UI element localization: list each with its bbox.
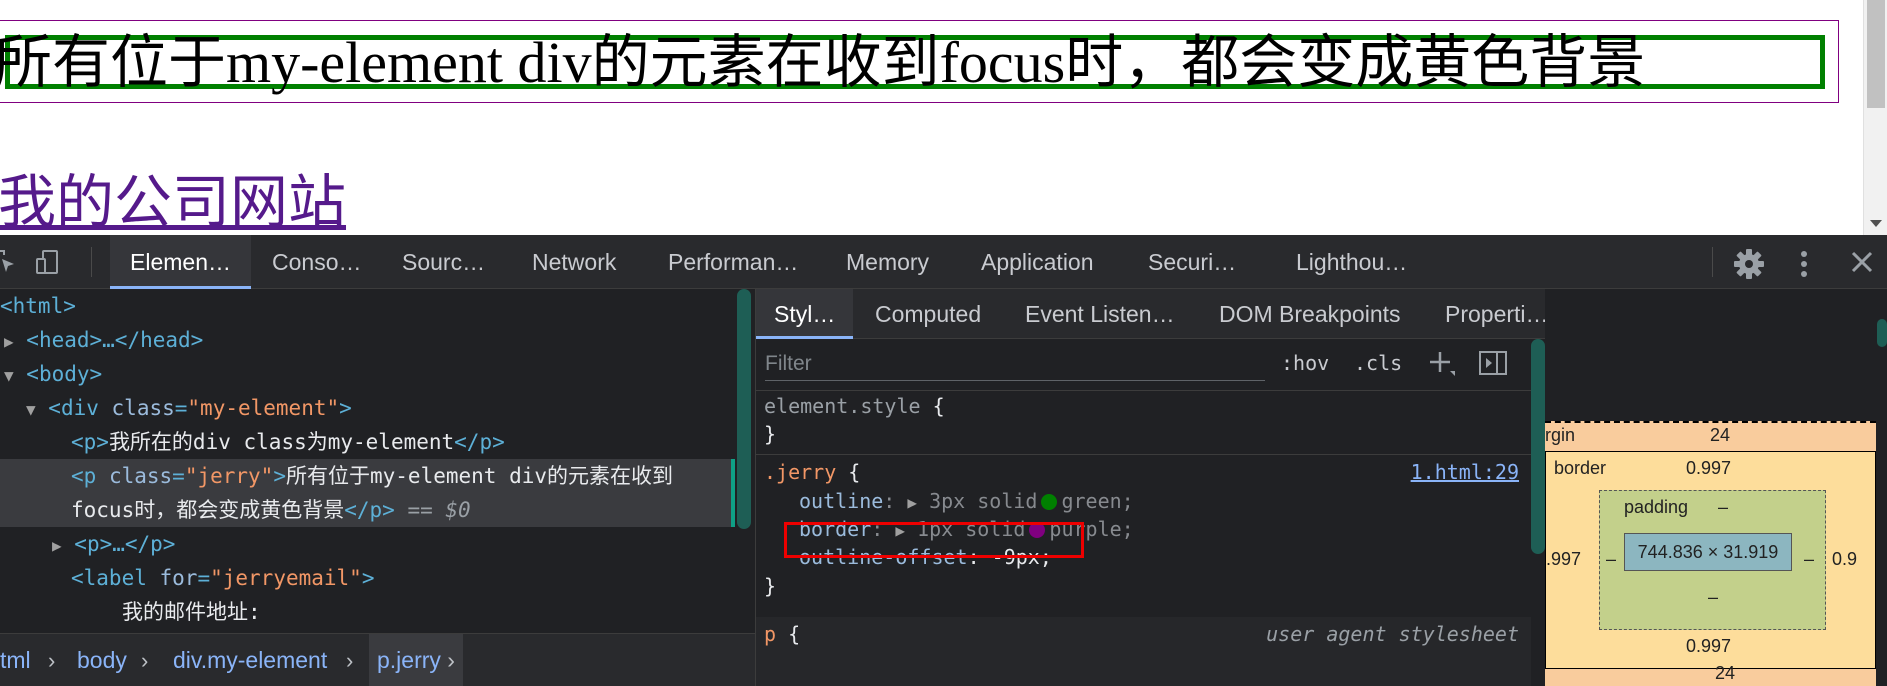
- tab-application[interactable]: Application: [981, 235, 1094, 289]
- dom-node-label[interactable]: <label for="jerryemail">: [71, 561, 374, 595]
- scroll-down-arrow-icon[interactable]: [1870, 220, 1882, 227]
- rule-close-brace: }: [764, 574, 777, 598]
- tab-memory[interactable]: Memory: [846, 235, 929, 289]
- selected-node-marker: == $0: [407, 498, 471, 522]
- new-style-rule-plus-icon[interactable]: [1428, 349, 1456, 377]
- breadcrumb-body[interactable]: body: [77, 634, 127, 686]
- styles-filter-input[interactable]: [765, 347, 1265, 381]
- web-page-viewport: 所有位于my-element div的元素在收到focus时，都会变成黄色背景 …: [0, 0, 1887, 235]
- toolbar-divider: [1712, 247, 1713, 277]
- box-model-pane: rgin 24 border 0.997 .997 0.9 0.997 padd…: [1545, 289, 1887, 686]
- dom-node-p-collapsed[interactable]: ▶ <p>…</p>: [52, 527, 175, 561]
- tab-security[interactable]: Securi…: [1148, 235, 1236, 289]
- expand-triangle-icon[interactable]: ▶: [52, 536, 62, 555]
- expand-triangle-icon[interactable]: ▶: [907, 493, 917, 512]
- outline-declaration[interactable]: outline: ▶ 3px solid green;: [799, 487, 1134, 515]
- tab-console[interactable]: Conso…: [272, 235, 361, 289]
- styles-tab-bar: Styl… Computed Event Listen… DOM Breakpo…: [756, 289, 1549, 339]
- tab-network[interactable]: Network: [532, 235, 616, 289]
- dom-node-body[interactable]: ▼ <body>: [4, 357, 102, 391]
- dom-node-html[interactable]: <html>: [0, 289, 76, 323]
- devtools-panel: Elemen… Conso… Sourc… Network Performan……: [0, 235, 1887, 686]
- dom-node-p[interactable]: <p>我所在的div class为my-element</p>: [71, 425, 505, 459]
- margin-top-value[interactable]: 24: [1710, 425, 1730, 446]
- breadcrumb-html[interactable]: tml: [0, 634, 31, 686]
- rule-divider: [756, 454, 1531, 455]
- box-model-scrollbar[interactable]: [1877, 319, 1887, 347]
- tab-computed[interactable]: Computed: [875, 289, 981, 339]
- collapse-triangle-icon[interactable]: ▼: [26, 400, 36, 419]
- toggle-sidebar-icon[interactable]: [1478, 349, 1508, 377]
- dom-node-p-jerry-continued[interactable]: focus时，都会变成黄色背景</p> == $0: [71, 493, 471, 527]
- breadcrumb-p-jerry[interactable]: p.jerry ›: [369, 634, 463, 686]
- expand-triangle-icon[interactable]: ▶: [4, 332, 14, 351]
- element-style-rule[interactable]: element.style {: [764, 392, 945, 420]
- toolbar-divider: [91, 247, 92, 277]
- devtools-tab-bar: Elemen… Conso… Sourc… Network Performan……: [0, 235, 1887, 289]
- page-scrollbar[interactable]: [1863, 0, 1887, 235]
- border-left-value[interactable]: .997: [1546, 549, 1581, 570]
- tab-event-listeners[interactable]: Event Listen…: [1025, 289, 1175, 339]
- elements-dom-tree: <html> ▶ <head>…</head> ▼ <body> ▼ <div …: [0, 289, 755, 656]
- chevron-right-icon: ›: [141, 648, 149, 673]
- page-scrollbar-thumb[interactable]: [1867, 0, 1885, 108]
- tab-dom-breakpoints[interactable]: DOM Breakpoints: [1219, 289, 1401, 339]
- jerry-rule-selector[interactable]: .jerry {: [764, 458, 860, 486]
- border-bottom-value[interactable]: 0.997: [1686, 636, 1731, 657]
- elements-scrollbar[interactable]: [737, 289, 751, 529]
- chevron-right-icon: ›: [346, 648, 354, 673]
- jerry-rule-source-link[interactable]: 1.html:29: [1411, 458, 1519, 486]
- dom-node-head[interactable]: ▶ <head>…</head>: [4, 323, 203, 357]
- dom-node-p-jerry[interactable]: <p class="jerry">所有位于my-element div的元素在收…: [71, 459, 673, 493]
- close-icon[interactable]: [1848, 248, 1876, 276]
- gear-icon[interactable]: [1733, 248, 1765, 280]
- class-toggle[interactable]: .cls: [1354, 351, 1402, 375]
- border-label: border: [1554, 458, 1607, 478]
- rule-close-brace: }: [764, 422, 777, 446]
- user-agent-stylesheet-label: user agent stylesheet: [1266, 622, 1519, 646]
- styles-pane: Styl… Computed Event Listen… DOM Breakpo…: [755, 289, 1549, 686]
- padding-right-value[interactable]: –: [1804, 549, 1814, 570]
- border-top-value[interactable]: 0.997: [1686, 458, 1731, 479]
- chevron-right-icon: ›: [447, 647, 455, 673]
- box-model-padding[interactable]: padding – – – – 744.836 × 31.919: [1599, 490, 1826, 630]
- company-website-link[interactable]: 我的公司网站: [0, 168, 346, 235]
- hover-state-toggle[interactable]: :hov: [1281, 351, 1329, 375]
- collapse-triangle-icon[interactable]: ▼: [4, 366, 14, 385]
- breadcrumb: tml › body › div.my-element › p.jerry ›: [0, 633, 755, 686]
- device-toolbar-icon[interactable]: [34, 249, 60, 275]
- padding-top-value[interactable]: –: [1718, 497, 1728, 518]
- red-highlight-box: [784, 522, 1084, 558]
- tab-lighthouse[interactable]: Lighthou…: [1296, 235, 1407, 289]
- styles-scrollbar[interactable]: [1531, 339, 1545, 554]
- margin-label: rgin: [1545, 425, 1576, 445]
- chevron-right-icon: ›: [48, 648, 56, 673]
- styles-filter-bar: :hov .cls: [756, 339, 1546, 391]
- p-rule-selector[interactable]: p {: [764, 620, 800, 648]
- tab-elements[interactable]: Elemen…: [110, 235, 251, 289]
- box-model-border[interactable]: border 0.997 .997 0.9 0.997 padding – – …: [1545, 451, 1876, 669]
- tab-sources[interactable]: Sourc…: [402, 235, 485, 289]
- tab-performance[interactable]: Performan…: [668, 235, 798, 289]
- jerry-paragraph[interactable]: 所有位于my-element div的元素在收到focus时，都会变成黄色背景: [0, 28, 1645, 98]
- breadcrumb-div-my-element[interactable]: div.my-element: [173, 634, 327, 686]
- style-rules-list: element.style { } .jerry { 1.html:29 out…: [756, 392, 1531, 686]
- dom-node-div-my-element[interactable]: ▼ <div class="my-element">: [26, 391, 352, 425]
- green-color-swatch[interactable]: [1041, 494, 1058, 510]
- tab-styles[interactable]: Styl…: [756, 289, 854, 339]
- padding-label: padding: [1624, 497, 1689, 517]
- padding-bottom-value[interactable]: –: [1708, 587, 1718, 608]
- tab-properties[interactable]: Properti…: [1445, 289, 1549, 339]
- border-right-value[interactable]: 0.9: [1832, 549, 1857, 570]
- margin-bottom-value[interactable]: 24: [1715, 663, 1735, 684]
- padding-left-value[interactable]: –: [1606, 549, 1616, 570]
- more-vertical-icon[interactable]: [1794, 248, 1814, 280]
- user-agent-rule[interactable]: p { user agent stylesheet: [756, 617, 1531, 686]
- dom-node-label-text[interactable]: 我的邮件地址:: [122, 595, 261, 629]
- box-model-content-size[interactable]: 744.836 × 31.919: [1624, 533, 1792, 571]
- inspect-element-icon[interactable]: [0, 249, 16, 275]
